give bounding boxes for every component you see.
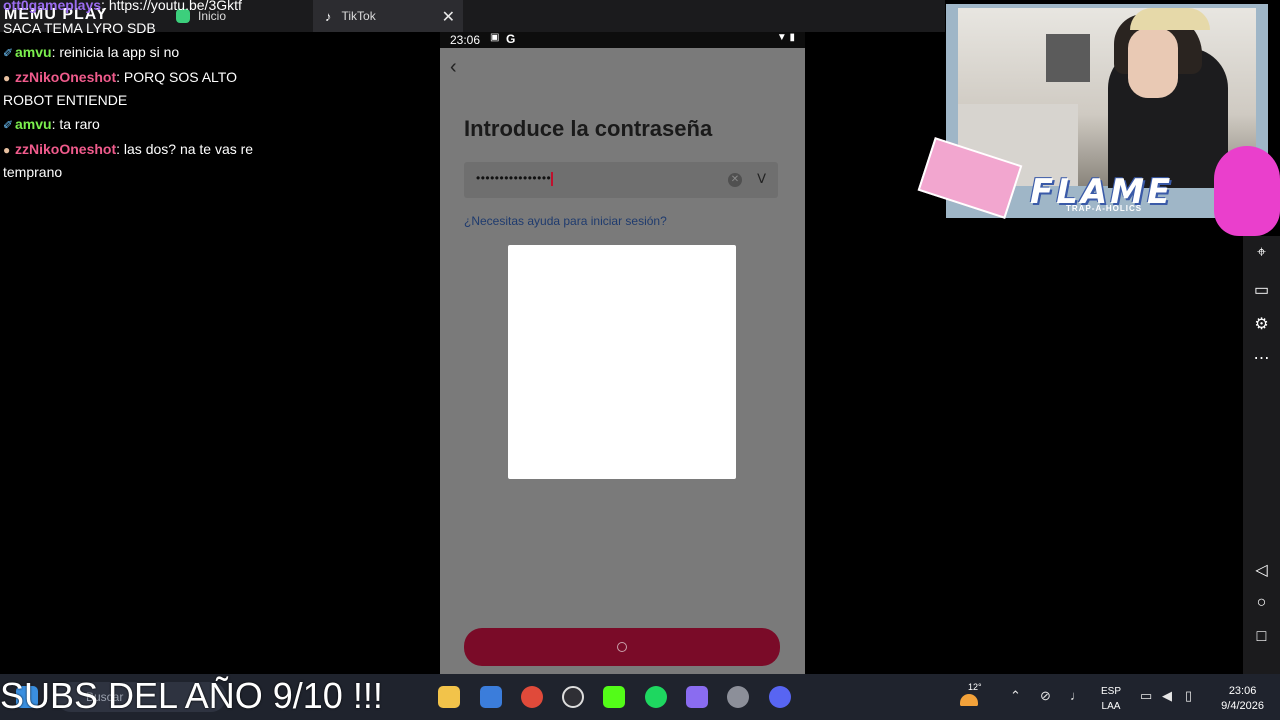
- overlay-subtitle: TRAP-A-HOLICS: [1066, 204, 1143, 213]
- language-indicator[interactable]: ESP LAA: [1101, 684, 1121, 714]
- webcam-face: [1128, 28, 1178, 98]
- wifi-battery-icon: ▼ ▮: [776, 32, 795, 43]
- chat-text: : https://youtu.be/3Gktf: [101, 0, 242, 13]
- obs-icon[interactable]: [562, 686, 584, 708]
- microphone-icon[interactable]: ♩: [1070, 688, 1083, 703]
- clock[interactable]: 23:06 9/4/2026: [1221, 684, 1264, 714]
- text-caret: [551, 171, 553, 186]
- back-triangle-icon[interactable]: ◁: [1243, 560, 1280, 580]
- chat-username: amvu: [15, 116, 52, 132]
- store-icon[interactable]: [480, 686, 502, 708]
- settings-icon[interactable]: ⚙: [1243, 314, 1280, 334]
- page-title: Introduce la contraseña: [464, 116, 713, 141]
- chat-messages: ✐ amvu: reinicia la app si no ● zzNikoOnes…: [3, 41, 263, 185]
- password-mask: ••••••••••••••••: [476, 171, 553, 186]
- status-time: 23:06: [450, 33, 481, 47]
- overlay-title: FLAME: [1030, 172, 1174, 212]
- settings-icon[interactable]: [727, 686, 749, 708]
- weather-temp: 12°: [968, 682, 982, 692]
- login-button[interactable]: [464, 628, 780, 666]
- more-icon[interactable]: ⋯: [1243, 348, 1280, 368]
- chat-username: amvu: [15, 44, 52, 60]
- location-icon[interactable]: ⌖: [1243, 244, 1280, 262]
- clear-icon[interactable]: ✕: [728, 173, 742, 187]
- tiktok-icon: ♪: [325, 8, 332, 24]
- avatar-badge-icon: ●: [3, 143, 11, 157]
- emulator-sidebar: ⌖ ▭ ⚙ ⋯ ◁ ○ □: [1243, 236, 1280, 674]
- chat-message: ● zzNikoOneshot: las dos? na te vas re te…: [3, 138, 263, 183]
- phone-screen: 23:06 ▣ G ▼ ▮ ‹ Introduce la contraseña …: [440, 32, 805, 674]
- tab-tiktok-label: TikTok: [341, 9, 376, 23]
- folder-icon[interactable]: ▭: [1243, 280, 1280, 300]
- discord-icon[interactable]: [769, 686, 791, 708]
- app-icon[interactable]: [686, 686, 708, 708]
- loading-spinner-icon: [617, 642, 627, 652]
- mod-sword-icon: ✐: [3, 118, 14, 132]
- chat-message: ✐ amvu: reinicia la app si no: [3, 41, 263, 64]
- chat-username: zzNikoOneshot: [15, 69, 117, 85]
- webcam-overlay: FLAME TRAP-A-HOLICS: [917, 0, 1280, 236]
- back-arrow-icon[interactable]: ‹: [450, 56, 457, 79]
- webcam-poster: [1046, 34, 1090, 82]
- weather-icon[interactable]: [960, 694, 978, 706]
- recents-square-icon[interactable]: □: [1243, 628, 1280, 646]
- webcam-cap: [1130, 8, 1210, 30]
- tab-tiktok[interactable]: ♪ TikTok ✕: [313, 0, 463, 32]
- hide-password-icon[interactable]: ᐯ: [757, 171, 766, 187]
- screen: MEMU PLAY Inicio ♪ TikTok ✕ ott0gameplay…: [0, 0, 1280, 720]
- network-off-icon[interactable]: ⊘: [1040, 688, 1051, 704]
- spotify-icon[interactable]: [645, 686, 667, 708]
- file-explorer-icon[interactable]: [438, 686, 460, 708]
- chat-username: ott0gameplays: [3, 0, 102, 13]
- chat-message-line: SACA TEMA LYRO SDB: [3, 20, 156, 36]
- chat-text: : reinicia la app si no: [51, 44, 180, 60]
- home-circle-icon[interactable]: ○: [1243, 594, 1280, 612]
- kick-icon[interactable]: [603, 686, 625, 708]
- chat-message: ● zzNikoOneshot: PORQ SOS ALTO ROBOT ENTI…: [3, 66, 263, 111]
- volume-icon[interactable]: ◀: [1162, 688, 1172, 704]
- chat-message-top: ott0gameplays: https://youtu.be/3Gktf: [3, 0, 242, 16]
- mod-sword-icon: ✐: [3, 46, 14, 60]
- display-icon[interactable]: ▭: [1140, 688, 1152, 704]
- captcha-panel[interactable]: [508, 245, 736, 479]
- chat-message: ✐ amvu: ta raro: [3, 113, 263, 136]
- stream-banner: SUBS DEL AÑO 9/10 !!!: [0, 675, 383, 716]
- android-status-bar: 23:06 ▣ G ▼ ▮: [440, 32, 805, 48]
- password-field[interactable]: •••••••••••••••• ✕ ᐯ: [464, 162, 778, 198]
- chat-username: zzNikoOneshot: [15, 141, 117, 157]
- close-tab-icon[interactable]: ✕: [442, 7, 455, 27]
- notification-icon: ▣: [490, 32, 500, 43]
- chat-text: : ta raro: [51, 116, 100, 132]
- chevron-up-icon[interactable]: ⌃: [1010, 688, 1021, 704]
- avatar-badge-icon: ●: [3, 71, 11, 85]
- help-login-link[interactable]: ¿Necesitas ayuda para iniciar sesión?: [464, 214, 667, 228]
- google-icon: G: [506, 32, 516, 46]
- chrome-icon[interactable]: [521, 686, 543, 708]
- battery-icon[interactable]: ▯: [1185, 688, 1192, 704]
